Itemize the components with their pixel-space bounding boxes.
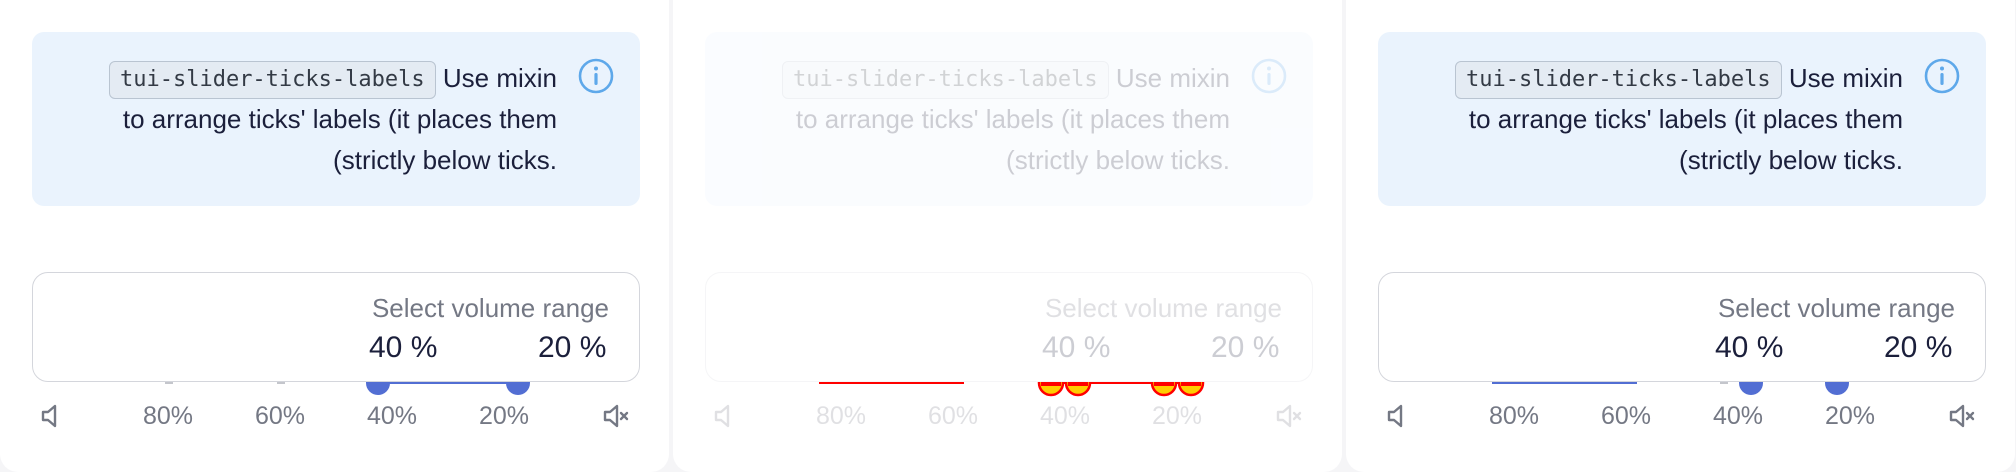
range-label: Select volume range: [371, 293, 609, 323]
diff-thumb-marker: [1150, 382, 1178, 397]
tick-mark: [1720, 382, 1728, 384]
demo-panel-1: Use mixin tui-slider-ticks-labels to arr…: [0, 0, 669, 472]
slider-thumb-left: [366, 382, 390, 395]
range-value-right: % 20: [1211, 331, 1280, 364]
tick-label: 80%: [1488, 402, 1540, 430]
info-notification: Use mixin tui-slider-ticks-labels to arr…: [705, 32, 1313, 206]
tick-label: 40%: [366, 402, 418, 430]
range-slider-track-error-overlay: [819, 382, 1205, 397]
mixin-code: tui-slider-ticks-labels: [1454, 61, 1782, 100]
info-notification: Use mixin tui-slider-ticks-labels to arr…: [32, 32, 640, 206]
mixin-code: tui-slider-ticks-labels: [781, 61, 1109, 100]
demo-panel-2-disabled: Use mixin tui-slider-ticks-labels to arr…: [673, 0, 1342, 472]
range-fill: [1492, 382, 1637, 384]
mixin-prefix: Use mixin: [1115, 63, 1230, 93]
range-field: Select volume range % 40 % 20: [705, 272, 1313, 382]
range-field: Select volume range % 40 % 20: [32, 272, 640, 382]
range-slider-track[interactable]: [1346, 382, 2015, 442]
tick-label: 40%: [1712, 402, 1764, 430]
range-fill: [378, 382, 518, 384]
notification-text: Use mixin tui-slider-ticks-labels to arr…: [1428, 58, 1903, 181]
notification-line-3: .strictly below ticks): [1679, 145, 1903, 176]
tick-mark: [277, 382, 285, 384]
tick-label: 60%: [254, 402, 306, 430]
notification-line-2: to arrange ticks' labels (it places them: [795, 104, 1230, 135]
notification-line-3: .strictly below ticks): [1006, 145, 1230, 176]
tick-label: 20%: [478, 402, 530, 430]
notification-line-2: to arrange ticks' labels (it places them: [122, 104, 557, 135]
diff-range-line: [819, 382, 964, 384]
range-value-left: % 40: [1042, 331, 1111, 364]
notification-text: Use mixin tui-slider-ticks-labels to arr…: [82, 58, 557, 181]
volume-mute-icon: [603, 404, 629, 428]
tick-label: 80%: [142, 402, 194, 430]
volume-mute-icon: [1949, 404, 1975, 428]
range-value-right: % 20: [1884, 331, 1953, 364]
range-field: Select volume range % 40 % 20: [1378, 272, 1986, 382]
tick-mark: [165, 382, 173, 384]
info-icon: [578, 58, 614, 94]
volume-low-icon: [1387, 404, 1403, 428]
range-value-left: % 40: [1715, 331, 1784, 364]
range-label: Select volume range: [1044, 293, 1282, 323]
tick-label: 60%: [1600, 402, 1652, 430]
slider-thumb-right: [506, 382, 530, 395]
range-value-left: % 40: [369, 331, 438, 364]
diff-thumb-marker: [1064, 382, 1092, 397]
mixin-code: tui-slider-ticks-labels: [108, 61, 436, 100]
diff-thumb-marker: [1037, 382, 1065, 397]
tick-label: 20%: [1824, 402, 1876, 430]
notification-line-3: .strictly below ticks): [333, 145, 557, 176]
slider-thumb-left: [1739, 382, 1763, 395]
info-notification: Use mixin tui-slider-ticks-labels to arr…: [1378, 32, 1986, 206]
demo-panel-3: Use mixin tui-slider-ticks-labels to arr…: [1346, 0, 2015, 472]
slider-thumb-right: [1825, 382, 1849, 395]
diff-thumb-marker: [1177, 382, 1205, 397]
range-value-right: % 20: [538, 331, 607, 364]
range-label: Select volume range: [1717, 293, 1955, 323]
volume-low-icon: [41, 404, 57, 428]
notification-line-2: to arrange ticks' labels (it places them: [1468, 104, 1903, 135]
info-icon: [1251, 58, 1287, 94]
info-icon: [1924, 58, 1960, 94]
notification-text: Use mixin tui-slider-ticks-labels to arr…: [755, 58, 1230, 181]
range-slider-track[interactable]: [0, 382, 669, 442]
mixin-prefix: Use mixin: [442, 63, 557, 93]
mixin-prefix: Use mixin: [1788, 63, 1903, 93]
